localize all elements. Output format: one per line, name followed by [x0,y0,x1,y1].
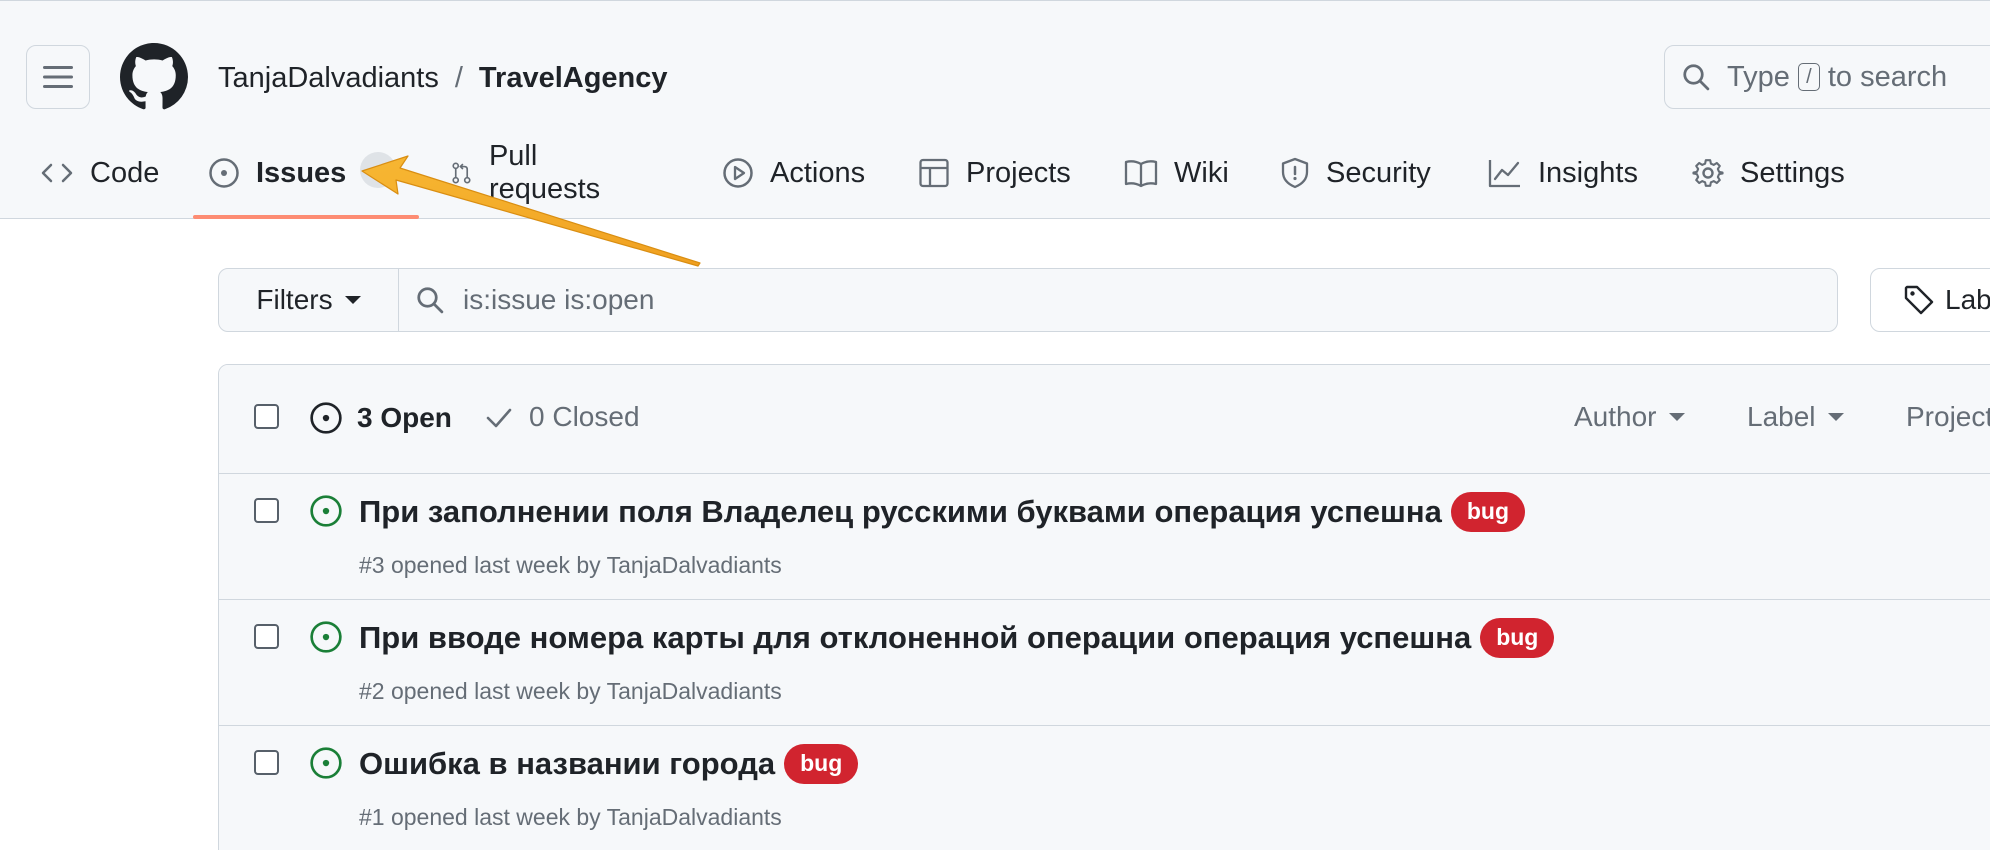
issue-search-input[interactable]: is:issue is:open [399,269,1837,331]
tab-pull-requests[interactable]: Pull requests [450,140,609,205]
issue-title-link[interactable]: При вводе номера карты для отклоненной о… [359,620,1471,656]
selected-tab-indicator [193,215,419,219]
chevron-down-icon [344,296,361,304]
github-logo-icon[interactable] [120,43,188,111]
breadcrumb-separator: / [454,61,463,94]
repo-name-link[interactable]: TravelAgency [479,62,668,95]
open-count-label: 3 Open [357,402,452,433]
issue-meta: #1 opened last week by TanjaDalvadiants [359,804,782,830]
issue-checkbox[interactable] [254,624,279,649]
tag-icon [1904,285,1934,315]
search-shortcut-key: / [1797,63,1820,91]
issue-title-line: При вводе номера карты для отклоненной о… [359,618,1555,658]
issue-title-link[interactable]: Ошибка в названии города [359,746,775,782]
issue-meta: #2 opened last week by TanjaDalvadiants [359,678,782,704]
tab-label: Security [1326,156,1431,189]
search-icon [417,287,444,314]
issue-opened-icon [310,402,342,434]
menu-button[interactable] [26,45,90,109]
label-filter-label: Label [1747,401,1816,432]
issue-row[interactable]: Ошибка в названии города bug #1 opened l… [219,726,1990,850]
search-placeholder-prefix: Type [1727,60,1790,93]
issue-filter-bar: Filters is:issue is:open [218,268,1838,332]
hamburger-icon [43,66,73,88]
tab-label: Issues [256,156,347,189]
tab-code[interactable]: Code [40,141,159,205]
issues-list: 3 Open 0 Closed Author Label Project При… [218,364,1990,850]
filters-dropdown-button[interactable]: Filters [219,269,399,331]
projects-filter-dropdown[interactable]: Project [1906,401,1990,433]
tab-label: Wiki [1174,156,1229,189]
issue-meta: #3 opened last week by TanjaDalvadiants [359,552,782,578]
open-issues-filter[interactable]: 3 Open [309,401,452,435]
projects-filter-label: Project [1906,401,1990,432]
label-badge-bug[interactable]: bug [1450,492,1526,532]
issue-row[interactable]: При заполнении поля Владелец русскими бу… [219,474,1990,600]
select-all-checkbox[interactable] [254,404,279,429]
repo-owner-link[interactable]: TanjaDalvadiants [218,62,439,95]
issue-search-query: is:issue is:open [463,284,655,315]
author-filter-dropdown[interactable]: Author [1574,401,1685,433]
issue-title-link[interactable]: При заполнении поля Владелец русскими бу… [359,494,1442,530]
tab-label: Actions [770,156,866,189]
shield-icon [1281,157,1309,189]
issue-opened-icon [310,495,342,527]
issue-opened-icon [209,158,239,188]
check-icon [486,408,512,428]
tab-projects[interactable]: Projects [918,141,1071,205]
issue-opened-icon [310,621,342,653]
tab-wiki[interactable]: Wiki [1124,141,1229,205]
issue-row[interactable]: При вводе номера карты для отклоненной о… [219,600,1990,726]
tab-label: Pull requests [488,140,601,205]
book-icon [1124,160,1158,188]
global-search-input[interactable]: Type / to search [1664,45,1990,109]
graph-icon [1488,160,1520,188]
tab-insights[interactable]: Insights [1488,141,1638,205]
tab-label: Insights [1538,156,1638,189]
git-pull-request-icon [452,162,471,184]
labels-button[interactable]: Lab [1870,268,1990,332]
table-icon [919,158,949,188]
chevron-down-icon [1668,413,1685,421]
closed-issues-filter[interactable]: 0 Closed [485,401,640,433]
repo-header: TanjaDalvadiants / TravelAgency Type / t… [0,0,1990,219]
labels-label: Lab [1945,284,1990,315]
issue-checkbox[interactable] [254,498,279,523]
tab-settings[interactable]: Settings [1692,141,1845,205]
play-icon [723,158,753,188]
issue-title-line: При заполнении поля Владелец русскими бу… [359,492,1526,532]
gear-icon [1692,159,1724,187]
tab-label: Settings [1740,156,1845,189]
chevron-down-icon [1827,413,1844,421]
issue-opened-icon [310,747,342,779]
tab-security[interactable]: Security [1280,141,1431,205]
tab-actions[interactable]: Actions [722,141,865,205]
author-filter-label: Author [1574,401,1657,432]
label-badge-bug[interactable]: bug [784,744,859,784]
tab-label: Code [90,156,160,189]
issue-title-line: Ошибка в названии города bug [359,744,859,784]
label-badge-bug[interactable]: bug [1480,618,1555,658]
filters-label: Filters [256,284,333,315]
breadcrumb: TanjaDalvadiants / TravelAgency [218,55,668,101]
code-icon [41,163,73,183]
closed-count-label: 0 Closed [529,401,640,432]
issue-checkbox[interactable] [254,750,279,775]
label-filter-dropdown[interactable]: Label [1747,401,1844,433]
search-icon [1683,64,1710,91]
tab-issues[interactable]: Issues [208,141,346,205]
search-placeholder-suffix: to search [1827,60,1948,93]
tab-label: Projects [966,156,1071,189]
issues-list-header: 3 Open 0 Closed Author Label Project [219,365,1990,474]
